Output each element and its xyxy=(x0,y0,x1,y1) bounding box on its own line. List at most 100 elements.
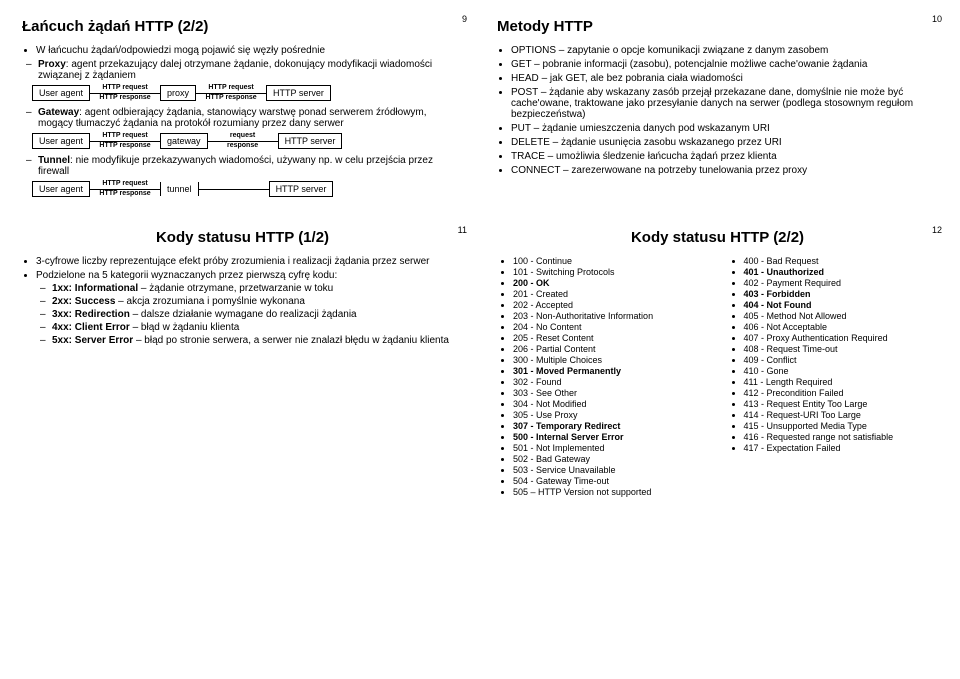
box-user-agent: User agent xyxy=(32,181,90,197)
code-item: 401 - Unauthorized xyxy=(744,267,939,277)
box-tunnel: tunnel xyxy=(160,182,199,196)
code-item: 408 - Request Time-out xyxy=(744,344,939,354)
code-item: 504 - Gateway Time-out xyxy=(513,476,708,486)
bullet: OPTIONS – zapytanie o opcje komunikacji … xyxy=(511,45,938,56)
slide-number: 12 xyxy=(932,225,942,235)
box-server: HTTP server xyxy=(269,181,334,197)
diagram-tunnel: User agent HTTP requestHTTP response tun… xyxy=(32,181,463,197)
code-item: 100 - Continue xyxy=(513,256,708,266)
code-item: 404 - Not Found xyxy=(744,300,939,310)
bullet: Podzielone na 5 kategorii wyznaczanych p… xyxy=(36,270,463,346)
code-item: 300 - Multiple Choices xyxy=(513,355,708,365)
sub-list: Proxy: agent przekazujący dalej otrzyman… xyxy=(22,59,463,81)
slide-grid: 9 Łańcuch żądań HTTP (2/2) W łańcuchu żą… xyxy=(10,10,950,506)
code-item: 304 - Not Modified xyxy=(513,399,708,409)
code-item: 410 - Gone xyxy=(744,366,939,376)
slide-title: Kody statusu HTTP (2/2) xyxy=(497,229,938,246)
bullet: TRACE – umożliwia śledzenie łańcucha żąd… xyxy=(511,151,938,162)
arrow xyxy=(199,189,269,190)
bullet: 3-cyfrowe liczby reprezentujące efekt pr… xyxy=(36,256,463,267)
codes-col-1: 100 - Continue101 - Switching Protocols2… xyxy=(497,256,708,498)
code-item: 204 - No Content xyxy=(513,322,708,332)
code-item: 301 - Moved Permanently xyxy=(513,366,708,376)
sub-bullet: Gateway: agent odbierający żądania, stan… xyxy=(38,107,463,129)
code-item: 302 - Found xyxy=(513,377,708,387)
code-item: 501 - Not Implemented xyxy=(513,443,708,453)
slide-9: 9 Łańcuch żądań HTTP (2/2) W łańcuchu żą… xyxy=(10,10,475,211)
arrow: HTTP requestHTTP response xyxy=(90,141,160,142)
bullet: HEAD – jak GET, ale bez pobrania ciała w… xyxy=(511,73,938,84)
sub-bullet: 1xx: Informational – żądanie otrzymane, … xyxy=(52,283,463,294)
code-item: 411 - Length Required xyxy=(744,377,939,387)
code-item: 413 - Request Entity Too Large xyxy=(744,399,939,409)
slide-number: 10 xyxy=(932,14,942,24)
arrow: HTTP requestHTTP response xyxy=(196,93,266,94)
slide-title: Metody HTTP xyxy=(497,18,938,35)
box-server: HTTP server xyxy=(266,85,331,101)
sub-bullet: Proxy: agent przekazujący dalej otrzyman… xyxy=(38,59,463,81)
code-item: 205 - Reset Content xyxy=(513,333,708,343)
sub-list: 1xx: Informational – żądanie otrzymane, … xyxy=(36,283,463,346)
desc: : nie modyfikuje przekazywanych wiadomoś… xyxy=(38,155,433,177)
term: Tunnel xyxy=(38,155,70,166)
slide-12: 12 Kody statusu HTTP (2/2) 100 - Continu… xyxy=(485,221,950,506)
bullet-list: 3-cyfrowe liczby reprezentujące efekt pr… xyxy=(22,256,463,346)
two-column: 100 - Continue101 - Switching Protocols2… xyxy=(497,256,938,498)
bullet: POST – żądanie aby wskazany zasób przeją… xyxy=(511,87,938,120)
code-item: 200 - OK xyxy=(513,278,708,288)
slide-number: 9 xyxy=(462,14,467,24)
code-item: 505 – HTTP Version not supported xyxy=(513,487,708,497)
box-user-agent: User agent xyxy=(32,85,90,101)
code-item: 414 - Request-URI Too Large xyxy=(744,410,939,420)
diagram-proxy: User agent HTTP requestHTTP response pro… xyxy=(32,85,463,101)
code-item: 403 - Forbidden xyxy=(744,289,939,299)
arrow: HTTP requestHTTP response xyxy=(90,93,160,94)
code-item: 500 - Internal Server Error xyxy=(513,432,708,442)
code-item: 412 - Precondition Failed xyxy=(744,388,939,398)
box-user-agent: User agent xyxy=(32,133,90,149)
bullet-list: W łańcuchu żądań/odpowiedzi mogą pojawić… xyxy=(22,45,463,56)
code-item: 400 - Bad Request xyxy=(744,256,939,266)
code-item: 303 - See Other xyxy=(513,388,708,398)
code-item: 416 - Requested range not satisfiable xyxy=(744,432,939,442)
sub-bullet: 5xx: Server Error – błąd po stronie serw… xyxy=(52,335,463,346)
arrow: requestresponse xyxy=(208,141,278,142)
code-item: 409 - Conflict xyxy=(744,355,939,365)
code-item: 402 - Payment Required xyxy=(744,278,939,288)
arrow: HTTP requestHTTP response xyxy=(90,189,160,190)
code-item: 406 - Not Acceptable xyxy=(744,322,939,332)
sub-bullet: 3xx: Redirection – dalsze działanie wyma… xyxy=(52,309,463,320)
code-item: 503 - Service Unavailable xyxy=(513,465,708,475)
bullet: W łańcuchu żądań/odpowiedzi mogą pojawić… xyxy=(36,45,463,56)
bullet: GET – pobranie informacji (zasobu), pote… xyxy=(511,59,938,70)
code-item: 307 - Temporary Redirect xyxy=(513,421,708,431)
code-item: 502 - Bad Gateway xyxy=(513,454,708,464)
code-item: 417 - Expectation Failed xyxy=(744,443,939,453)
code-item: 407 - Proxy Authentication Required xyxy=(744,333,939,343)
bullet: DELETE – żądanie usunięcia zasobu wskaza… xyxy=(511,137,938,148)
code-item: 405 - Method Not Allowed xyxy=(744,311,939,321)
code-item: 202 - Accepted xyxy=(513,300,708,310)
term: Proxy xyxy=(38,59,66,70)
code-item: 206 - Partial Content xyxy=(513,344,708,354)
box-gateway: gateway xyxy=(160,133,208,149)
sub-list: Gateway: agent odbierający żądania, stan… xyxy=(22,107,463,129)
code-item: 101 - Switching Protocols xyxy=(513,267,708,277)
slide-11: 11 Kody statusu HTTP (1/2) 3-cyfrowe lic… xyxy=(10,221,475,506)
slide-title: Kody statusu HTTP (1/2) xyxy=(22,229,463,246)
code-item: 203 - Non-Authoritative Information xyxy=(513,311,708,321)
slide-number: 11 xyxy=(458,225,467,235)
slide-title: Łańcuch żądań HTTP (2/2) xyxy=(22,18,463,35)
diagram-gateway: User agent HTTP requestHTTP response gat… xyxy=(32,133,463,149)
box-proxy: proxy xyxy=(160,85,196,101)
sub-bullet: 4xx: Client Error – błąd w żądaniu klien… xyxy=(52,322,463,333)
bullet: CONNECT – zarezerwowane na potrzeby tune… xyxy=(511,165,938,176)
bullet-list: OPTIONS – zapytanie o opcje komunikacji … xyxy=(497,45,938,176)
box-server: HTTP server xyxy=(278,133,343,149)
sub-bullet: 2xx: Success – akcja zrozumiana i pomyśl… xyxy=(52,296,463,307)
sub-bullet: Tunnel: nie modyfikuje przekazywanych wi… xyxy=(38,155,463,177)
codes-col-2: 400 - Bad Request401 - Unauthorized402 -… xyxy=(728,256,939,498)
slide-10: 10 Metody HTTP OPTIONS – zapytanie o opc… xyxy=(485,10,950,211)
code-item: 305 - Use Proxy xyxy=(513,410,708,420)
bullet: PUT – żądanie umieszczenia danych pod ws… xyxy=(511,123,938,134)
